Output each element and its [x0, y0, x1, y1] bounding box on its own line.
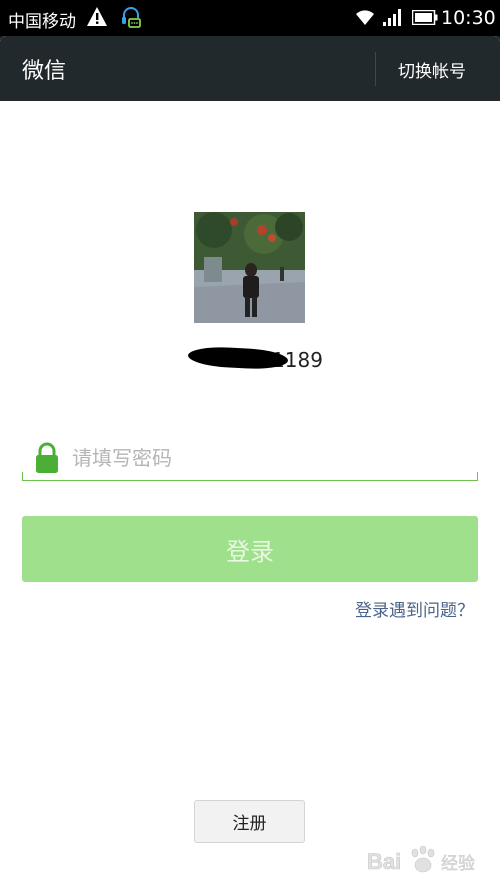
app-title: 微信	[22, 59, 67, 84]
svg-text:经验: 经验	[441, 854, 475, 874]
login-button[interactable]: 登录	[22, 516, 478, 582]
password-underline	[22, 480, 478, 481]
battery-icon	[412, 10, 438, 25]
register-button[interactable]: 注册	[194, 800, 305, 843]
status-bar: 中国移动 10:30	[0, 0, 500, 36]
signal-icon	[383, 9, 401, 26]
login-screen: 微信 切换帐号 1189 登录 登录遇到问题？ 注册 Bai 经验	[0, 36, 500, 889]
action-bar-divider	[375, 52, 376, 86]
wifi-icon	[356, 10, 374, 25]
switch-account-button[interactable]: 切换帐号	[398, 57, 466, 82]
warning-icon	[87, 7, 107, 26]
password-underline-left	[22, 472, 23, 481]
svg-text:Bai: Bai	[367, 849, 401, 874]
password-underline-right	[477, 472, 478, 481]
action-bar: 微信 切换帐号	[0, 36, 500, 101]
password-input[interactable]	[72, 440, 472, 476]
carrier-label: 中国移动	[8, 12, 76, 32]
login-help-link[interactable]: 登录遇到问题？	[355, 596, 474, 621]
headset-icon	[122, 7, 141, 28]
clock: 10:30	[441, 7, 496, 29]
lock-icon	[36, 442, 58, 473]
avatar[interactable]	[194, 212, 305, 323]
baidu-watermark-logo: Bai 经验	[367, 845, 475, 874]
